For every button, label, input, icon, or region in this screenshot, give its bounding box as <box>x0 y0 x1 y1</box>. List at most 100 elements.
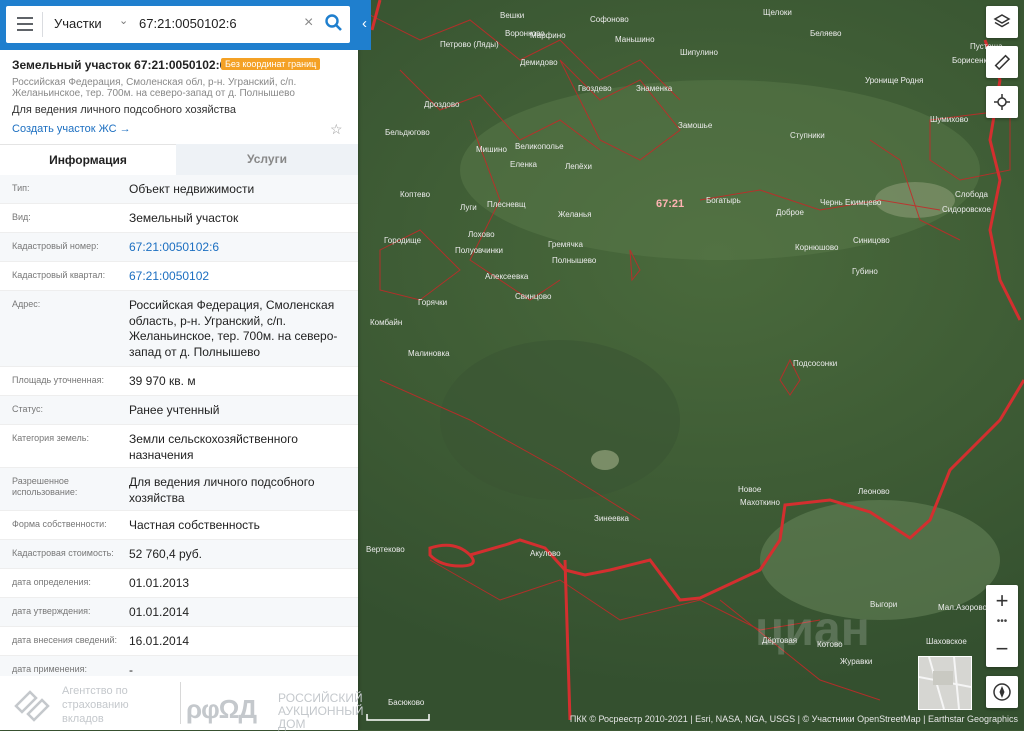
detail-label: дата применения: <box>12 664 88 674</box>
detail-row-cad-value: Кадастровая стоимость: 52 760,4 руб. <box>0 540 358 569</box>
minimap-basemap-switch[interactable] <box>918 656 972 710</box>
map-place-label: Полуовчинки <box>455 246 503 255</box>
panel-tabs: Информация Услуги <box>0 144 358 176</box>
map-attribution[interactable]: ПКК © Росреестр 2010-2021 | Esri, NASA, … <box>570 714 1018 724</box>
zoom-in-button[interactable]: + <box>986 585 1018 617</box>
map-place-label: Беляево <box>810 29 842 38</box>
rad-logo-mark[interactable]: ρφΩД <box>186 694 257 725</box>
map-forest-area <box>440 340 680 500</box>
map-place-label: Воронково <box>505 29 545 38</box>
detail-label: Адрес: <box>12 299 41 309</box>
detail-label: Форма собственности: <box>12 519 107 529</box>
cadastral-zone-label: 67:21 <box>656 198 685 210</box>
map-place-label: Городище <box>384 236 422 245</box>
detail-value: 01.01.2014 <box>129 605 190 619</box>
map-place-label: Гвоздево <box>578 84 612 93</box>
detail-row-date-entered: дата внесения сведений: 16.01.2014 <box>0 627 358 656</box>
detail-row-category: Категория земель: Земли сельскохозяйстве… <box>0 425 358 468</box>
detail-row-type: Тип: Объект недвижимости <box>0 175 358 204</box>
detail-label: дата определения: <box>12 577 91 587</box>
collapse-panel-button[interactable]: ‹ <box>358 0 371 50</box>
map-place-label: Малиновка <box>408 349 450 358</box>
map-place-label: Коптево <box>400 190 431 199</box>
create-parcel-link[interactable]: Создать участок ЖС → <box>12 123 131 135</box>
map-place-label: Еленка <box>510 160 537 169</box>
measure-ruler-button[interactable] <box>986 46 1018 78</box>
map-place-label: Новое <box>738 485 762 494</box>
map-place-label: Плесневщ <box>487 200 526 209</box>
map-field-area <box>460 80 980 260</box>
search-input[interactable]: 67:21:0050102:6 <box>139 16 237 31</box>
map-place-label: Маньшино <box>615 35 655 44</box>
detail-row-ownership: Форма собственности: Частная собственнос… <box>0 511 358 540</box>
details-table: Тип: Объект недвижимости Вид: Земельный … <box>0 175 358 685</box>
parcel-info-panel: Участки ⌄ 67:21:0050102:6 × Земельный уч… <box>0 0 364 731</box>
locate-point-button[interactable] <box>986 86 1018 118</box>
tab-information[interactable]: Информация <box>0 144 176 176</box>
layers-button[interactable] <box>986 6 1018 38</box>
detail-value: 39 970 кв. м <box>129 374 196 388</box>
menu-icon[interactable] <box>17 17 33 31</box>
detail-label: дата внесения сведений: <box>12 635 117 645</box>
map-place-label: Ступники <box>790 131 825 140</box>
compass-button[interactable] <box>986 676 1018 708</box>
detail-value: Объект недвижимости <box>129 182 255 196</box>
map-place-label: Екимцево <box>845 198 882 207</box>
rad-logo-text: РОССИЙСКИЙ АУКЦИОННЫЙ ДОМ <box>278 691 364 731</box>
minimap-thumbnail <box>918 656 972 710</box>
scale-bar <box>366 714 430 721</box>
map-place-label: Мишино <box>476 145 507 154</box>
cad-quarter-link[interactable]: 67:21:0050102 <box>129 269 344 285</box>
zoom-out-button[interactable]: − <box>986 633 1018 665</box>
map-place-label: Подсосонки <box>793 359 838 368</box>
map-place-label: Шумихово <box>930 115 969 124</box>
detail-label: дата утверждения: <box>12 606 91 616</box>
map-place-label: Горячки <box>418 298 448 307</box>
crosshair-icon <box>994 94 1010 110</box>
map-place-label: Бельдюгово <box>385 128 430 137</box>
tab-services[interactable]: Услуги <box>176 144 358 175</box>
map-place-label: Петрово (Ляды) <box>440 40 499 49</box>
detail-row-date-approved: дата утверждения: 01.01.2014 <box>0 598 358 627</box>
map-place-label: Чернь <box>820 198 843 207</box>
partner-logos-footer: Агентство по страхованию вкладов ρφΩД РО… <box>0 676 364 731</box>
detail-label: Вид: <box>12 212 31 222</box>
map-place-label: Мал.Азорово <box>938 603 987 612</box>
detail-value: Земли сельскохозяйственного назначения <box>129 432 298 462</box>
object-type-select[interactable]: Участки <box>54 16 102 31</box>
map-place-label: Уронище Родня <box>865 76 924 85</box>
map-place-label: Полнышево <box>552 256 597 265</box>
map-place-label: Выгори <box>870 600 898 609</box>
detail-label: Площадь уточненная: <box>12 375 104 385</box>
clear-search-icon[interactable]: × <box>304 14 313 32</box>
map-place-label: Щелоки <box>763 8 792 17</box>
map-place-label: Великополье <box>515 142 564 151</box>
footer-divider <box>180 682 181 724</box>
search-icon[interactable] <box>324 13 344 33</box>
detail-value: 01.01.2013 <box>129 576 190 590</box>
map-place-label: Богатырь <box>706 196 741 205</box>
detail-row-status: Статус: Ранее учтенный <box>0 396 358 425</box>
detail-value: 52 760,4 руб. <box>129 547 202 561</box>
parcel-address-short: Российская Федерация, Смоленская обл, р-… <box>12 77 297 99</box>
search-divider <box>42 12 43 37</box>
map-place-label: Луги <box>460 203 477 212</box>
zoom-more-button[interactable]: ••• <box>986 617 1018 633</box>
detail-label: Разрешенное использование: <box>12 476 78 497</box>
favorite-star-icon[interactable]: ☆ <box>330 121 343 138</box>
cad-number-link[interactable]: 67:21:0050102:6 <box>129 240 344 256</box>
detail-label: Тип: <box>12 183 30 193</box>
map-clearing <box>591 450 619 470</box>
map-place-label: Шипулино <box>680 48 718 57</box>
map-place-label: Лохово <box>468 230 495 239</box>
map-place-label: Свинцово <box>515 292 552 301</box>
map-place-label: Доброе <box>776 208 804 217</box>
asv-logo-icon[interactable] <box>12 686 52 724</box>
detail-value: Российская Федерация, Смоленская область… <box>129 298 338 359</box>
map-place-label: Зинеевка <box>594 514 629 523</box>
detail-value: Для ведения личного подсобного хозяйства <box>129 475 315 505</box>
chevron-down-icon[interactable]: ⌄ <box>119 14 128 27</box>
detail-label: Кадастровый квартал: <box>12 270 106 280</box>
map-place-label: Журавки <box>840 657 873 666</box>
map-place-label: Леоново <box>858 487 890 496</box>
